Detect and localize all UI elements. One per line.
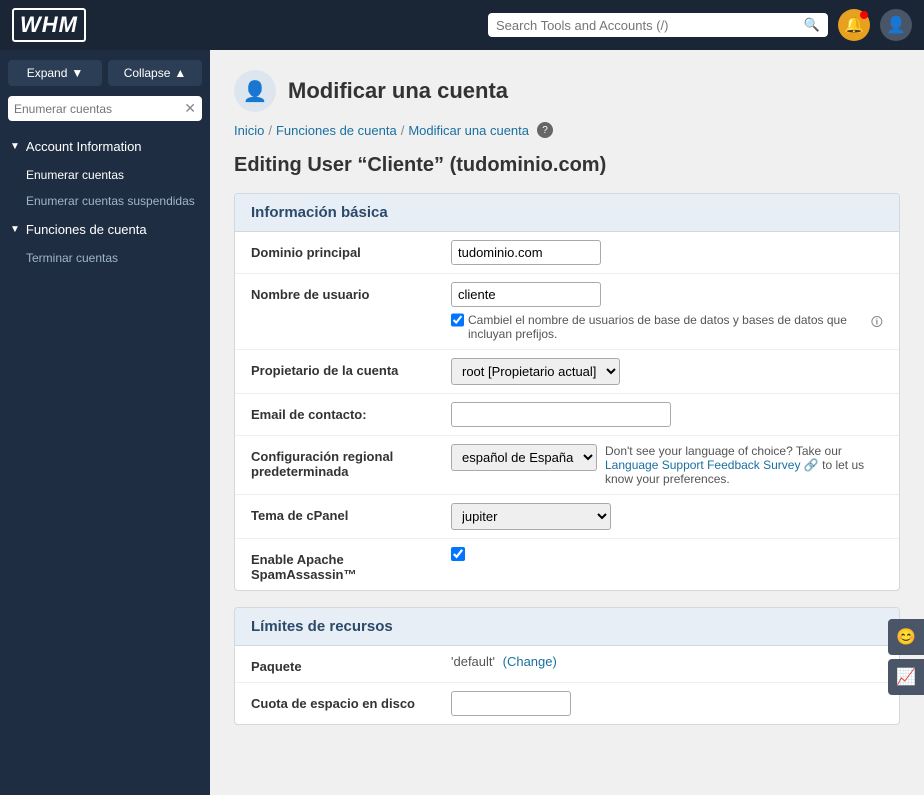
email-input[interactable] xyxy=(451,402,671,427)
paquete-change-link[interactable]: (Change) xyxy=(503,654,557,669)
page-title: Modificar una cuenta xyxy=(288,78,508,104)
expand-label: Expand xyxy=(27,66,68,80)
sidebar-search-bar[interactable]: ✕ xyxy=(8,96,202,121)
basic-info-card: Información básica Dominio principal Nom… xyxy=(234,193,900,591)
propietario-select[interactable]: root [Propietario actual] xyxy=(451,358,620,385)
whm-logo: WHM xyxy=(12,8,86,42)
cuota-row: Cuota de espacio en disco xyxy=(235,683,899,724)
collapse-arrow-icon: ▲ xyxy=(174,66,186,80)
basic-info-title: Información básica xyxy=(235,194,899,232)
sidebar-item-enumerar-cuentas[interactable]: Enumerar cuentas xyxy=(0,162,210,188)
cuota-label: Cuota de espacio en disco xyxy=(251,691,451,711)
sidebar-section-funciones-label: Funciones de cuenta xyxy=(26,222,147,237)
chevron-down-icon-2: ▼ xyxy=(10,224,20,235)
cuota-field xyxy=(451,691,883,716)
nombre-usuario-field: Cambiel el nombre de usuarios de base de… xyxy=(451,282,883,341)
help-icon[interactable]: ? xyxy=(537,122,553,138)
dominio-principal-row: Dominio principal xyxy=(235,232,899,274)
info-icon: 🛈 xyxy=(871,313,883,334)
paquete-label: Paquete xyxy=(251,654,451,674)
nombre-usuario-input[interactable] xyxy=(451,282,601,307)
spamassassin-checkbox[interactable] xyxy=(451,547,465,561)
propietario-field: root [Propietario actual] xyxy=(451,358,883,385)
config-regional-field: español de España Don't see your languag… xyxy=(451,444,883,486)
sidebar-section-funciones-header[interactable]: ▼ Funciones de cuenta xyxy=(0,214,210,245)
bell-icon-button[interactable]: 🔔 xyxy=(838,9,870,41)
dominio-principal-label: Dominio principal xyxy=(251,240,451,260)
search-icon: 🔍 xyxy=(804,17,820,33)
locale-hint-prefix: Don't see your language of choice? Take … xyxy=(605,444,842,458)
sidebar-section-account-information-header[interactable]: ▼ Account Information xyxy=(0,131,210,162)
cuota-input[interactable] xyxy=(451,691,571,716)
editing-title: Editing User “Cliente” (tudominio.com) xyxy=(234,154,900,177)
paquete-row: Paquete 'default' (Change) xyxy=(235,646,899,683)
spamassassin-field xyxy=(451,547,883,564)
collapse-button[interactable]: Collapse ▲ xyxy=(108,60,202,86)
main-layout: Expand ▼ Collapse ▲ ✕ ▼ Account Informat… xyxy=(0,50,924,795)
email-row: Email de contacto: xyxy=(235,394,899,436)
change-db-hint: Cambiel el nombre de usuarios de base de… xyxy=(468,313,867,341)
search-input[interactable] xyxy=(496,18,798,33)
locale-select[interactable]: español de España xyxy=(451,444,597,471)
locale-hint-text: Don't see your language of choice? Take … xyxy=(605,444,865,486)
content-area: 👤 Modificar una cuenta Inicio / Funcione… xyxy=(210,50,924,795)
sidebar-search-clear-icon[interactable]: ✕ xyxy=(184,100,196,117)
sidebar-controls: Expand ▼ Collapse ▲ xyxy=(0,50,210,96)
recursos-card: Límites de recursos Paquete 'default' (C… xyxy=(234,607,900,725)
sidebar-search-input[interactable] xyxy=(14,102,180,116)
smiley-button[interactable]: 😊 xyxy=(888,619,924,655)
user-icon: 👤 xyxy=(886,15,906,35)
propietario-row: Propietario de la cuenta root [Propietar… xyxy=(235,350,899,394)
breadcrumb-section[interactable]: Funciones de cuenta xyxy=(276,123,397,138)
spamassassin-label: Enable Apache SpamAssassin™ xyxy=(251,547,451,582)
notification-badge xyxy=(860,11,868,19)
page-header: 👤 Modificar una cuenta xyxy=(234,70,900,112)
propietario-label: Propietario de la cuenta xyxy=(251,358,451,378)
sidebar-section-account-information-label: Account Information xyxy=(26,139,142,154)
config-regional-label: Configuración regional predeterminada xyxy=(251,444,451,479)
breadcrumb-sep-1: / xyxy=(268,123,272,138)
dominio-principal-field xyxy=(451,240,883,265)
chevron-down-icon: ▼ xyxy=(10,141,20,152)
right-panel: 😊 📈 xyxy=(888,619,924,695)
expand-button[interactable]: Expand ▼ xyxy=(8,60,102,86)
tema-cpanel-field: jupiter xyxy=(451,503,883,530)
expand-arrow-icon: ▼ xyxy=(71,66,83,80)
account-icon: 👤 xyxy=(243,79,268,104)
nombre-usuario-label: Nombre de usuario xyxy=(251,282,451,302)
config-regional-row: Configuración regional predeterminada es… xyxy=(235,436,899,495)
breadcrumb: Inicio / Funciones de cuenta / Modificar… xyxy=(234,122,900,138)
collapse-label: Collapse xyxy=(124,66,171,80)
nombre-usuario-row: Nombre de usuario Cambiel el nombre de u… xyxy=(235,274,899,350)
sidebar-section-account-information: ▼ Account Information Enumerar cuentas E… xyxy=(0,131,210,214)
spamassassin-row: Enable Apache SpamAssassin™ xyxy=(235,539,899,590)
dominio-principal-input[interactable] xyxy=(451,240,601,265)
smiley-icon: 😊 xyxy=(896,627,916,647)
external-link-icon: 🔗 xyxy=(804,458,819,472)
sidebar-item-enumerar-cuentas-suspendidas[interactable]: Enumerar cuentas suspendidas xyxy=(0,188,210,214)
email-field-container xyxy=(451,402,883,427)
tema-cpanel-label: Tema de cPanel xyxy=(251,503,451,523)
sidebar-section-funciones-de-cuenta: ▼ Funciones de cuenta Terminar cuentas xyxy=(0,214,210,271)
chart-icon: 📈 xyxy=(896,667,916,687)
locale-survey-link[interactable]: Language Support Feedback Survey 🔗 xyxy=(605,458,822,472)
email-label: Email de contacto: xyxy=(251,402,451,422)
sidebar: Expand ▼ Collapse ▲ ✕ ▼ Account Informat… xyxy=(0,50,210,795)
tema-cpanel-select[interactable]: jupiter xyxy=(451,503,611,530)
breadcrumb-current[interactable]: Modificar una cuenta xyxy=(408,123,529,138)
user-icon-button[interactable]: 👤 xyxy=(880,9,912,41)
change-db-username-checkbox[interactable] xyxy=(451,313,464,327)
search-bar[interactable]: 🔍 xyxy=(488,13,828,37)
chart-button[interactable]: 📈 xyxy=(888,659,924,695)
recursos-title: Límites de recursos xyxy=(235,608,899,646)
sidebar-item-terminar-cuentas[interactable]: Terminar cuentas xyxy=(0,245,210,271)
page-header-icon: 👤 xyxy=(234,70,276,112)
breadcrumb-home[interactable]: Inicio xyxy=(234,123,264,138)
topbar: WHM 🔍 🔔 👤 xyxy=(0,0,924,50)
tema-cpanel-row: Tema de cPanel jupiter xyxy=(235,495,899,539)
breadcrumb-sep-2: / xyxy=(401,123,405,138)
paquete-field: 'default' (Change) xyxy=(451,654,883,669)
paquete-value: 'default' xyxy=(451,654,495,669)
